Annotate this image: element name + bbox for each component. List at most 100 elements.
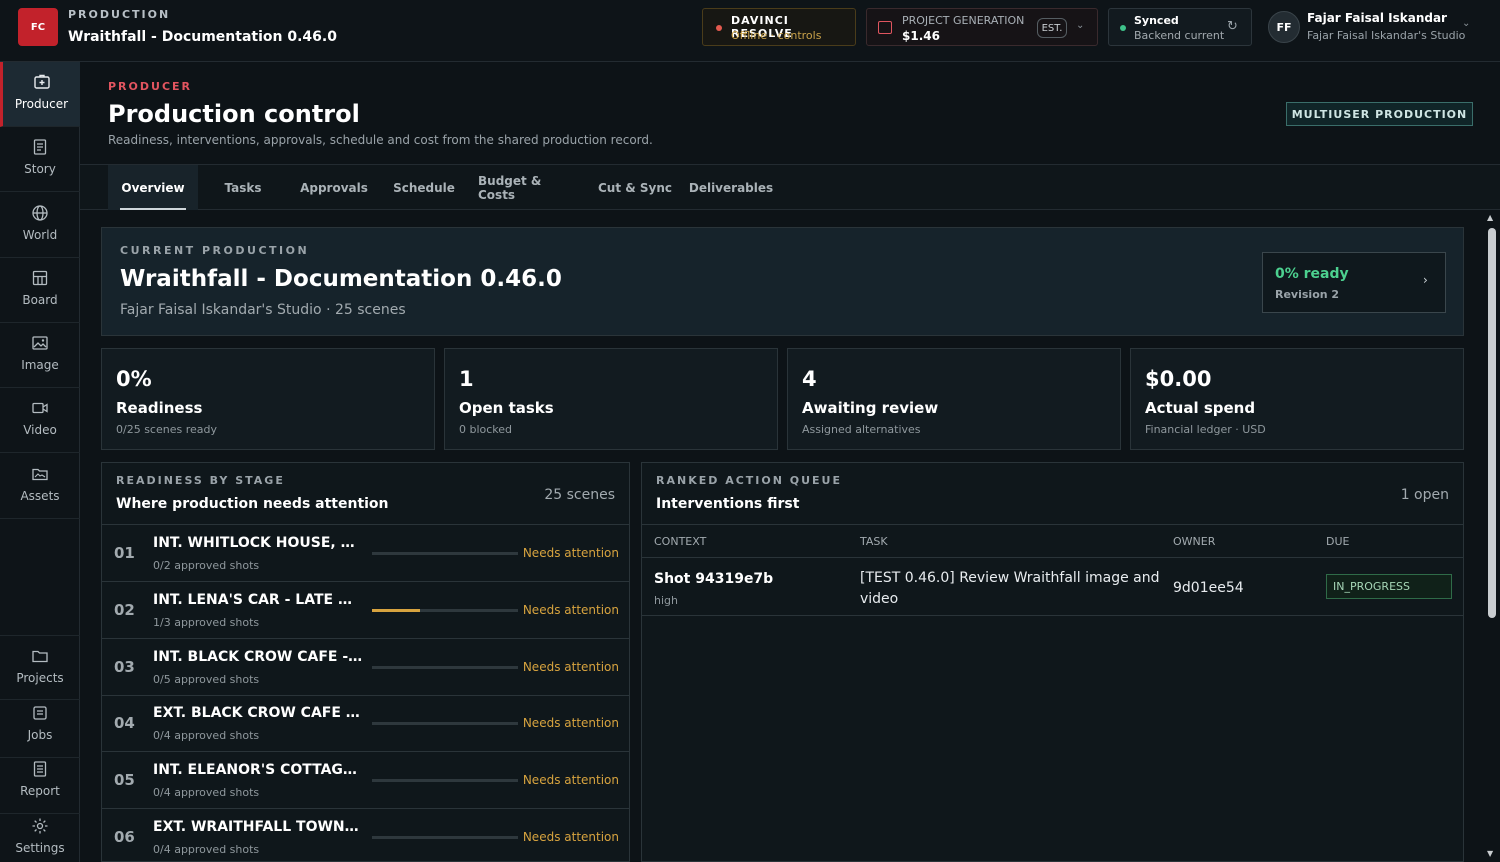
stat-value: 4 bbox=[802, 367, 817, 391]
action-queue-panel: RANKED ACTION QUEUE Interventions first … bbox=[641, 462, 1464, 862]
progress-bar bbox=[372, 552, 518, 555]
page-subtitle: Readiness, interventions, approvals, sch… bbox=[108, 133, 653, 147]
sidebar-item-label: Board bbox=[22, 293, 58, 307]
sidebar-item-label: Image bbox=[21, 358, 59, 372]
story-icon bbox=[33, 139, 47, 155]
video-icon bbox=[32, 402, 48, 414]
stat-label: Actual spend bbox=[1145, 399, 1256, 417]
sidebar-item-label: Video bbox=[23, 423, 57, 437]
sidebar-item-report[interactable]: Report bbox=[0, 749, 80, 814]
generation-amount: $1.46 bbox=[902, 29, 940, 43]
tab-bar: Overview Tasks Approvals Schedule Budget… bbox=[80, 164, 1500, 210]
readiness-button[interactable]: 0% ready Revision 2 › bbox=[1262, 252, 1446, 313]
progress-bar bbox=[372, 722, 518, 725]
status-badge: Needs attention bbox=[522, 773, 619, 787]
sidebar-item-producer[interactable]: Producer bbox=[0, 62, 80, 127]
tab-budget-costs[interactable]: Budget & Costs bbox=[478, 165, 580, 210]
stat-value: $0.00 bbox=[1145, 367, 1212, 391]
sidebar-item-label: Settings bbox=[15, 841, 65, 855]
user-name[interactable]: Fajar Faisal Iskandar bbox=[1307, 11, 1447, 25]
tab-approvals[interactable]: Approvals bbox=[294, 165, 374, 210]
column-header-due[interactable]: DUE bbox=[1326, 535, 1349, 548]
app-logo[interactable]: FC bbox=[18, 8, 58, 46]
stat-label: Awaiting review bbox=[802, 399, 939, 417]
stat-value: 0% bbox=[116, 367, 152, 391]
folder-icon bbox=[32, 468, 48, 481]
stage-number: 06 bbox=[114, 828, 135, 846]
stat-card-open-tasks: 1 Open tasks 0 blocked bbox=[444, 348, 778, 450]
stage-number: 05 bbox=[114, 771, 135, 789]
sidebar-item-world[interactable]: World bbox=[0, 193, 80, 258]
avatar[interactable]: FF bbox=[1268, 11, 1300, 43]
progress-fill bbox=[372, 609, 421, 612]
sync-title: Synced bbox=[1134, 14, 1179, 27]
sync-status-pill[interactable]: Synced Backend current ↻ bbox=[1108, 8, 1252, 46]
task-context[interactable]: Shot 94319e7b bbox=[654, 571, 773, 587]
sidebar-item-assets[interactable]: Assets bbox=[0, 454, 80, 519]
list-item[interactable]: 03 INT. BLACK CROW CAFE - ... 0/5 approv… bbox=[102, 639, 629, 696]
chevron-down-icon[interactable]: ⌄ bbox=[1076, 20, 1084, 31]
gear-icon bbox=[32, 818, 48, 834]
list-item[interactable]: 02 INT. LENA'S CAR - LATE A... 1/3 appro… bbox=[102, 582, 629, 639]
sidebar-item-story[interactable]: Story bbox=[0, 127, 80, 192]
tab-cut-sync[interactable]: Cut & Sync bbox=[596, 165, 674, 210]
stage-approved: 0/4 approved shots bbox=[153, 843, 260, 856]
scrollbar-thumb[interactable] bbox=[1488, 228, 1496, 618]
sidebar-item-label: Projects bbox=[16, 671, 64, 685]
sidebar-item-video[interactable]: Video bbox=[0, 388, 80, 453]
tab-overview[interactable]: Overview bbox=[108, 165, 198, 210]
stage-name: INT. LENA'S CAR - LATE A... bbox=[153, 592, 363, 608]
sidebar-item-label: Story bbox=[24, 162, 56, 176]
stat-sub: Financial ledger · USD bbox=[1145, 423, 1266, 436]
tab-deliverables[interactable]: Deliverables bbox=[689, 165, 773, 210]
list-item[interactable]: 01 INT. WHITLOCK HOUSE, S... 0/2 approve… bbox=[102, 525, 629, 582]
scene-count: 25 scenes bbox=[544, 487, 615, 503]
column-header-owner[interactable]: OWNER bbox=[1173, 535, 1215, 548]
sync-status: Backend current bbox=[1134, 29, 1225, 42]
column-header-task[interactable]: TASK bbox=[860, 535, 888, 548]
scroll-up-arrow[interactable]: ▲ bbox=[1487, 213, 1493, 222]
tab-tasks[interactable]: Tasks bbox=[208, 165, 278, 210]
task-owner: 9d01ee54 bbox=[1173, 580, 1244, 596]
davinci-status-pill[interactable]: DAVINCI RESOLVE Offline · controls bbox=[702, 8, 856, 46]
stage-name: INT. ELEANOR'S COTTAGE ... bbox=[153, 762, 363, 778]
sidebar-item-settings[interactable]: Settings bbox=[0, 806, 80, 862]
sidebar-item-board[interactable]: Board bbox=[0, 258, 80, 323]
stage-name: EXT. WRAITHFALL TOWN ... bbox=[153, 819, 363, 835]
list-item[interactable]: 05 INT. ELEANOR'S COTTAGE ... 0/4 approv… bbox=[102, 752, 629, 809]
app-title: Wraithfall - Documentation 0.46.0 bbox=[68, 29, 337, 45]
sidebar-item-projects[interactable]: Projects bbox=[0, 635, 80, 700]
task-title[interactable]: [TEST 0.46.0] Review Wraithfall image an… bbox=[860, 568, 1160, 610]
status-badge: IN_PROGRESS bbox=[1326, 574, 1452, 599]
stat-sub: Assigned alternatives bbox=[802, 423, 921, 436]
report-icon bbox=[33, 761, 47, 777]
stage-name: INT. WHITLOCK HOUSE, S... bbox=[153, 535, 363, 551]
table-row[interactable]: Shot 94319e7b high [TEST 0.46.0] Review … bbox=[642, 558, 1463, 616]
progress-bar bbox=[372, 779, 518, 782]
open-count: 1 open bbox=[1400, 487, 1449, 503]
tab-schedule[interactable]: Schedule bbox=[386, 165, 462, 210]
list-item[interactable]: 06 EXT. WRAITHFALL TOWN ... 0/4 approved… bbox=[102, 809, 629, 861]
stage-approved: 0/4 approved shots bbox=[153, 729, 260, 742]
list-item[interactable]: 04 EXT. BLACK CROW CAFE - ... 0/4 approv… bbox=[102, 695, 629, 752]
refresh-icon[interactable]: ↻ bbox=[1227, 19, 1238, 34]
image-icon bbox=[32, 336, 48, 350]
globe-icon bbox=[32, 205, 48, 221]
progress-bar bbox=[372, 666, 518, 669]
stage-number: 03 bbox=[114, 658, 135, 676]
scroll-down-arrow[interactable]: ▼ bbox=[1487, 849, 1493, 858]
stat-label: Readiness bbox=[116, 399, 203, 417]
sidebar-item-label: Assets bbox=[20, 489, 60, 503]
top-bar: FC PRODUCTION Wraithfall - Documentation… bbox=[0, 0, 1500, 62]
project-generation-pill[interactable]: PROJECT GENERATION $1.46 EST. ⌄ bbox=[866, 8, 1098, 46]
sidebar-item-image[interactable]: Image bbox=[0, 323, 80, 388]
column-header-context[interactable]: CONTEXT bbox=[654, 535, 706, 548]
stat-sub: 0 blocked bbox=[459, 423, 513, 436]
production-subtitle: Fajar Faisal Iskandar's Studio · 25 scen… bbox=[120, 302, 406, 318]
stage-approved: 0/2 approved shots bbox=[153, 559, 260, 572]
status-badge: Needs attention bbox=[522, 603, 619, 617]
sidebar: Producer Story World Board Image Video A… bbox=[0, 62, 80, 862]
stage-number: 04 bbox=[114, 714, 135, 732]
board-icon bbox=[32, 270, 48, 286]
chevron-down-icon[interactable]: ⌄ bbox=[1462, 18, 1470, 29]
